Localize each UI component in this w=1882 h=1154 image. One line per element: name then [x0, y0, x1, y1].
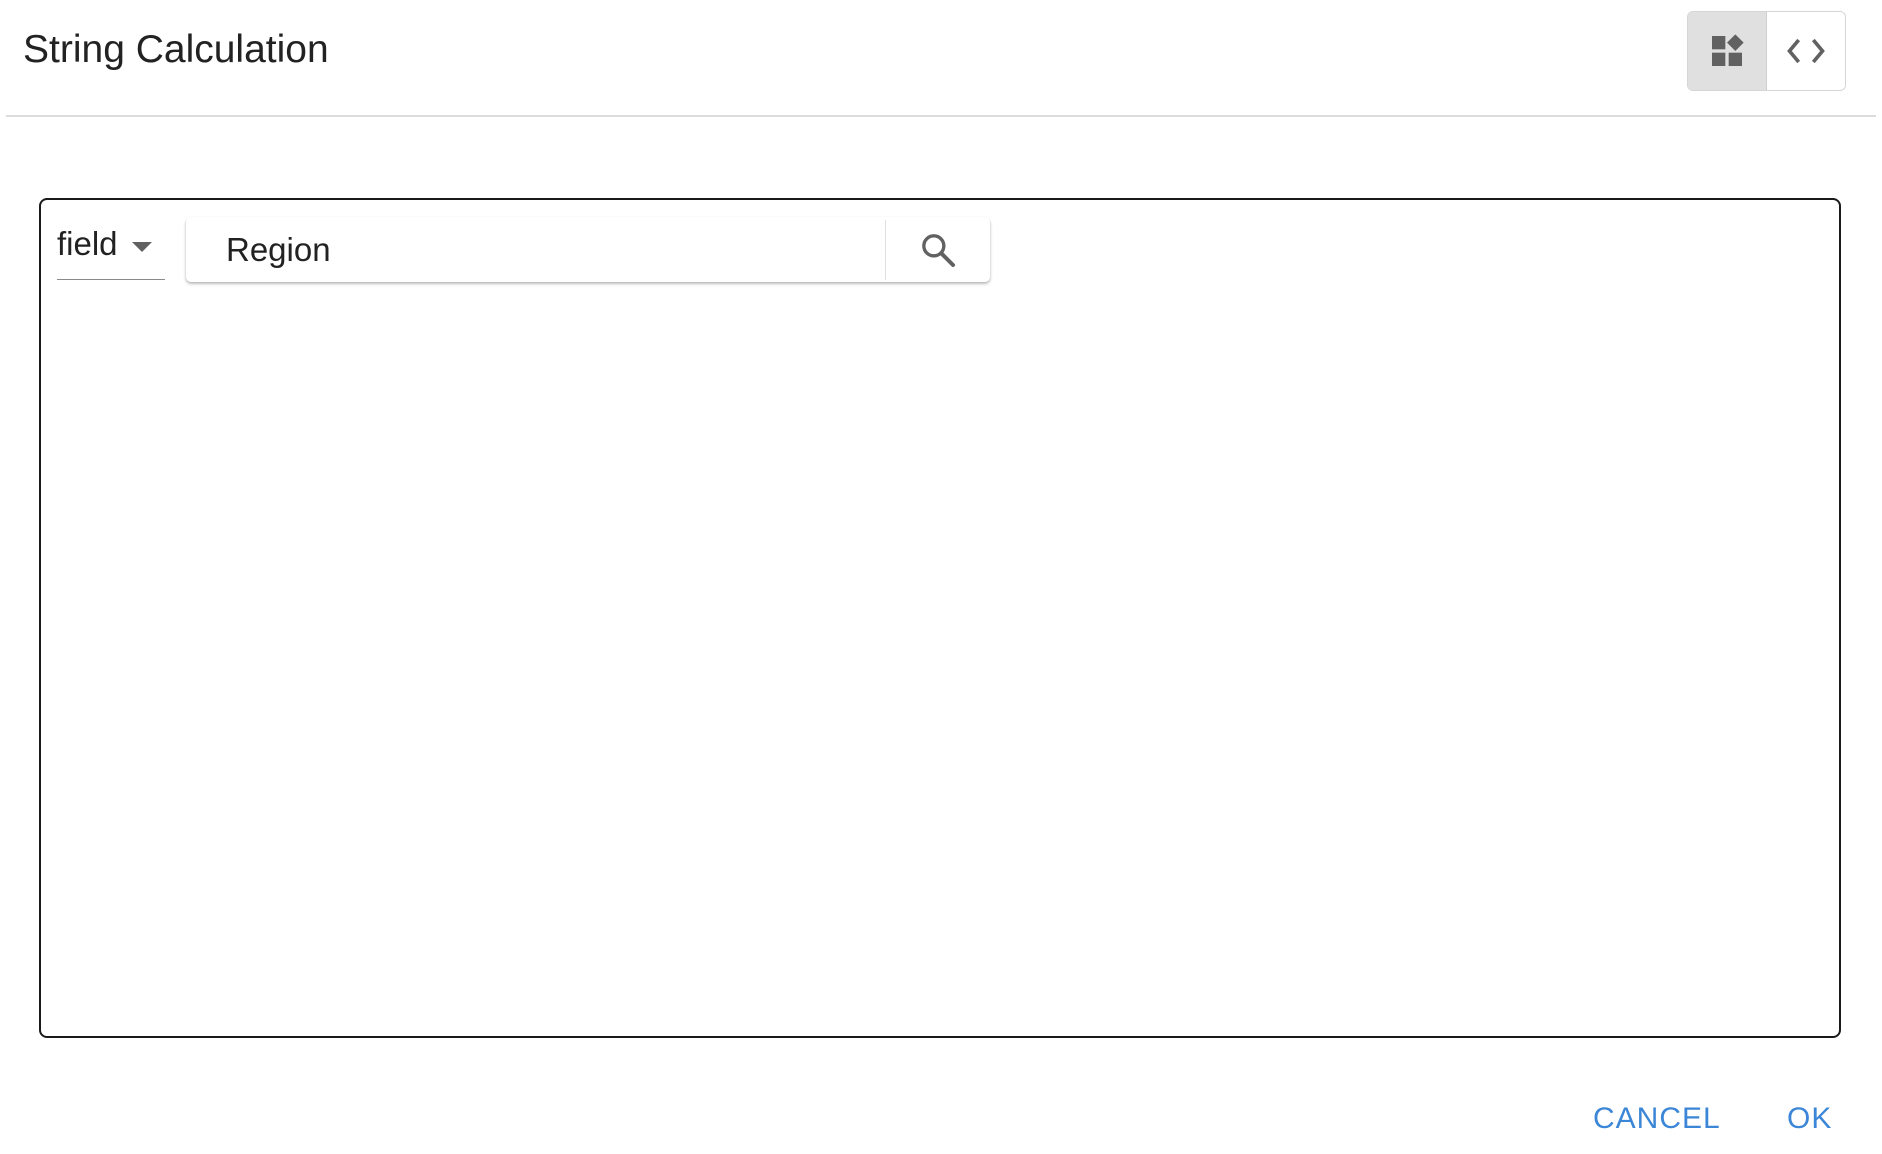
code-icon — [1787, 38, 1825, 64]
ok-button[interactable]: OK — [1787, 1102, 1832, 1136]
string-calculation-dialog: String Calculation field Region CANCEL O… — [0, 0, 1882, 1154]
search-icon — [922, 233, 955, 267]
caret-down-icon — [131, 242, 152, 252]
operand-type-value: field — [57, 225, 118, 262]
cancel-button[interactable]: CANCEL — [1593, 1102, 1721, 1136]
code-mode-button[interactable] — [1767, 12, 1845, 90]
field-search-input[interactable] — [186, 217, 885, 282]
dialog-actions: CANCEL OK — [0, 1080, 1882, 1150]
widgets-icon — [1712, 34, 1744, 66]
dialog-header: String Calculation — [6, 0, 1876, 117]
search-button[interactable] — [886, 217, 990, 282]
expression-editor[interactable]: field — [39, 198, 1841, 1038]
operand-type-select[interactable]: field — [57, 222, 165, 280]
editor-mode-toggle — [1687, 11, 1846, 91]
visual-mode-button[interactable] — [1688, 12, 1767, 90]
dialog-title: String Calculation — [23, 28, 329, 71]
field-search-box — [186, 217, 990, 282]
